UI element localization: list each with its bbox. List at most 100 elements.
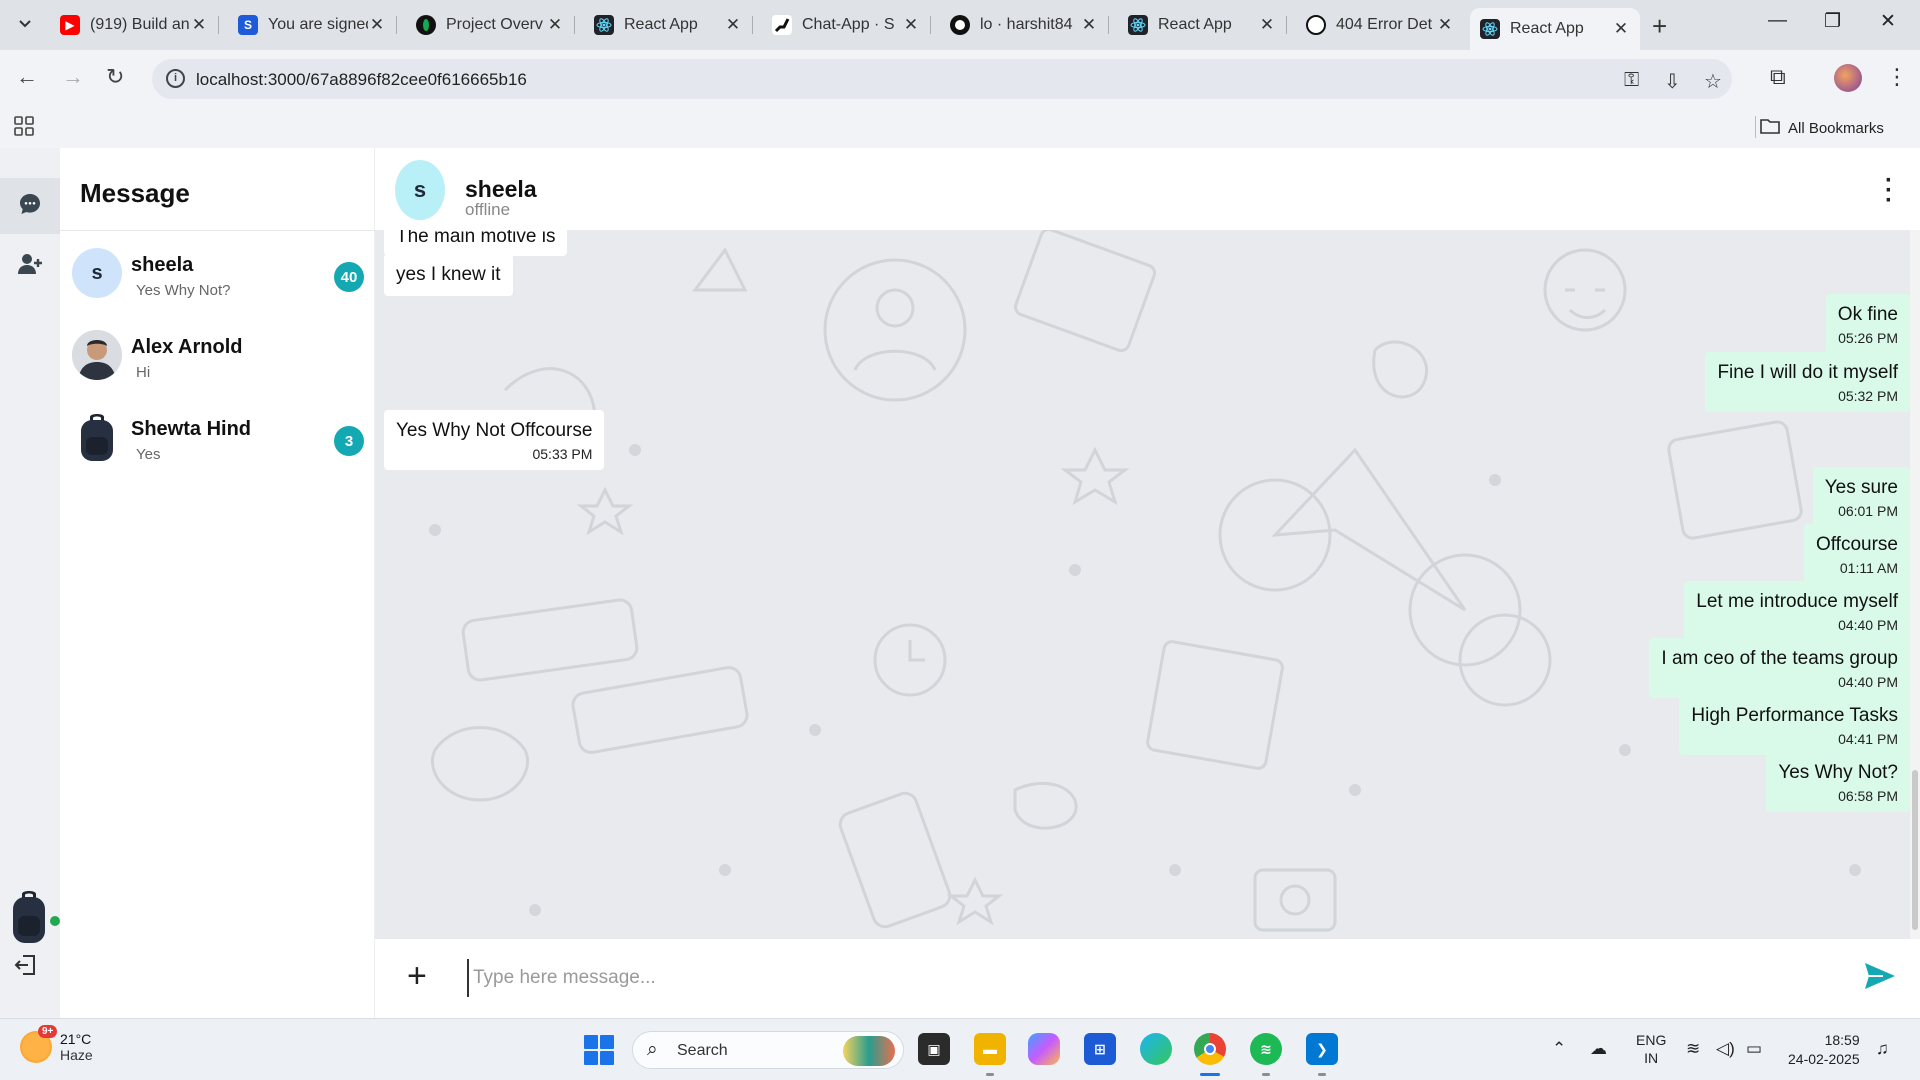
apps-grid-icon[interactable]: [14, 116, 34, 142]
microsoft-store-icon[interactable]: ⊞: [1084, 1033, 1116, 1065]
message-text: Fine I will do it myself: [1717, 362, 1898, 383]
tab-title: React App: [624, 16, 698, 33]
chat-contact-status: offline: [465, 200, 511, 219]
site-info-icon[interactable]: i: [166, 69, 185, 88]
install-app-icon[interactable]: ⇩: [1664, 69, 1681, 94]
browser-tab[interactable]: ▶ (919) Build an ✕: [50, 8, 219, 42]
message-bubble-outgoing[interactable]: Yes Why Not? 06:58 PM: [1766, 752, 1910, 812]
language-indicator[interactable]: ENG IN: [1636, 1031, 1666, 1067]
copilot-icon[interactable]: [1028, 1033, 1060, 1065]
spotify-icon[interactable]: ≋: [1250, 1033, 1282, 1065]
react-icon: [1480, 19, 1500, 39]
tab-close-icon[interactable]: ✕: [1258, 15, 1276, 35]
forward-arrow-icon[interactable]: →: [62, 64, 84, 90]
contact-item-shewta-hind[interactable]: Shewta Hind Yes 3: [60, 400, 375, 482]
browser-tab[interactable]: React App ✕: [584, 8, 753, 42]
browser-tab[interactable]: React App ✕: [1118, 8, 1287, 42]
message-time: 04:40 PM: [1838, 617, 1898, 633]
task-view-icon[interactable]: ▣: [918, 1033, 950, 1065]
bookmark-star-icon[interactable]: ☆: [1704, 69, 1722, 94]
taskbar-search-label: Search: [677, 1042, 728, 1059]
browser-tab[interactable]: Project Overv ✕: [406, 8, 575, 42]
browser-tab-active[interactable]: React App ✕: [1470, 8, 1640, 50]
new-tab-plus-icon[interactable]: +: [1652, 11, 1667, 42]
address-bar[interactable]: i localhost:3000/67a8896f82cee0f616665b1…: [152, 59, 1732, 99]
contact-name: sheela: [131, 254, 194, 276]
battery-icon[interactable]: ▭: [1746, 1039, 1762, 1059]
tab-close-icon[interactable]: ✕: [546, 15, 564, 35]
window-close-icon[interactable]: ✕: [1880, 10, 1896, 33]
message-text: yes I knew it: [396, 264, 501, 285]
message-bubble-outgoing[interactable]: Let me introduce myself 04:40 PM: [1684, 581, 1910, 641]
message-text: High Performance Tasks: [1691, 705, 1898, 726]
current-user-avatar[interactable]: [10, 888, 48, 946]
vscode-icon[interactable]: ❯: [1306, 1033, 1338, 1065]
tab-title: (919) Build an: [90, 16, 190, 33]
message-scrollbar[interactable]: [1910, 230, 1920, 939]
chat-contact-avatar[interactable]: s: [395, 160, 445, 220]
notifications-bell-icon[interactable]: ♫: [1876, 1039, 1889, 1059]
minimize-icon[interactable]: —: [1768, 10, 1787, 32]
weather-widget[interactable]: 9+ 21°C Haze: [20, 1025, 93, 1063]
volume-icon[interactable]: ◁): [1716, 1039, 1735, 1059]
rail-chats-button[interactable]: [0, 178, 60, 234]
message-input[interactable]: [467, 959, 1847, 997]
message-bubble-incoming[interactable]: Yes Why Not Offcourse 05:33 PM: [384, 410, 605, 470]
message-time: 04:41 PM: [1838, 731, 1898, 747]
weather-description: Haze: [60, 1047, 93, 1063]
profile-avatar[interactable]: [1834, 64, 1862, 92]
browser-tab[interactable]: Chat-App · S ✕: [762, 8, 931, 42]
scrollbar-thumb[interactable]: [1912, 770, 1918, 930]
attach-plus-icon[interactable]: +: [407, 957, 427, 996]
restore-icon[interactable]: ❐: [1824, 10, 1841, 33]
reload-icon[interactable]: ↻: [106, 64, 124, 90]
all-bookmarks-button[interactable]: All Bookmarks: [1760, 118, 1884, 138]
password-key-icon[interactable]: ⚿: [1624, 69, 1639, 92]
taskbar-search[interactable]: ⌕ Search: [632, 1031, 904, 1069]
onedrive-cloud-icon[interactable]: ☁: [1590, 1039, 1607, 1059]
tab-close-icon[interactable]: ✕: [190, 15, 208, 35]
windows-start-icon[interactable]: [584, 1035, 614, 1065]
browser-tab[interactable]: S You are signed ✕: [228, 8, 397, 42]
back-arrow-icon[interactable]: ←: [16, 64, 38, 90]
message-time: 05:26 PM: [1838, 330, 1898, 346]
browser-tab[interactable]: lo · harshit84 ✕: [940, 8, 1109, 42]
tab-title: Project Overv: [446, 16, 543, 33]
message-bubble-outgoing[interactable]: Yes sure 06:01 PM: [1812, 467, 1910, 527]
message-bubble-incoming[interactable]: The main motive is: [384, 230, 568, 256]
tray-overflow-chevron-icon[interactable]: ⌃: [1552, 1039, 1566, 1059]
tab-close-icon[interactable]: ✕: [902, 15, 920, 35]
tab-close-icon[interactable]: ✕: [1612, 19, 1630, 39]
send-icon[interactable]: [1863, 961, 1897, 996]
chrome-menu-icon[interactable]: ⋮: [1886, 64, 1908, 90]
wifi-icon[interactable]: ≋: [1686, 1039, 1700, 1059]
message-bubble-outgoing[interactable]: High Performance Tasks 04:41 PM: [1679, 695, 1910, 755]
tab-search-chevron-icon[interactable]: [14, 12, 36, 34]
contact-item-sheela[interactable]: s sheela Yes Why Not? 40: [60, 236, 375, 318]
message-bubble-outgoing[interactable]: I am ceo of the teams group 04:40 PM: [1649, 638, 1910, 698]
tab-close-icon[interactable]: ✕: [1436, 15, 1454, 35]
chrome-icon[interactable]: [1194, 1033, 1226, 1065]
message-list[interactable]: The main motive is yes I knew it Ok fine…: [375, 230, 1910, 939]
extensions-puzzle-icon[interactable]: ⧉: [1770, 64, 1786, 90]
tab-close-icon[interactable]: ✕: [1080, 15, 1098, 35]
message-bubble-outgoing[interactable]: Fine I will do it myself 05:32 PM: [1705, 352, 1910, 412]
rail-add-friend-button[interactable]: [0, 238, 60, 294]
contact-last-message: Hi: [136, 364, 151, 381]
language-region: IN: [1644, 1050, 1659, 1066]
logout-icon[interactable]: [14, 954, 38, 982]
edge-icon[interactable]: [1140, 1033, 1172, 1065]
search-highlight-icon: [843, 1036, 895, 1066]
more-options-icon[interactable]: · · ·: [1885, 169, 1893, 213]
message-bubble-outgoing[interactable]: Ok fine 05:26 PM: [1825, 294, 1910, 354]
browser-tab[interactable]: 404 Error Det ✕: [1296, 8, 1464, 42]
system-clock[interactable]: 18:59 24-02-2025: [1788, 1031, 1860, 1069]
tab-close-icon[interactable]: ✕: [368, 15, 386, 35]
address-url[interactable]: localhost:3000/67a8896f82cee0f616665b16: [196, 70, 527, 90]
file-explorer-icon[interactable]: ▬: [974, 1033, 1006, 1065]
message-bubble-incoming[interactable]: yes I knew it: [384, 254, 513, 296]
contact-item-alex-arnold[interactable]: Alex Arnold Hi: [60, 318, 375, 400]
message-bubble-outgoing[interactable]: Offcourse 01:11 AM: [1803, 524, 1910, 584]
clock-time: 18:59: [1824, 1032, 1860, 1048]
tab-close-icon[interactable]: ✕: [724, 15, 742, 35]
